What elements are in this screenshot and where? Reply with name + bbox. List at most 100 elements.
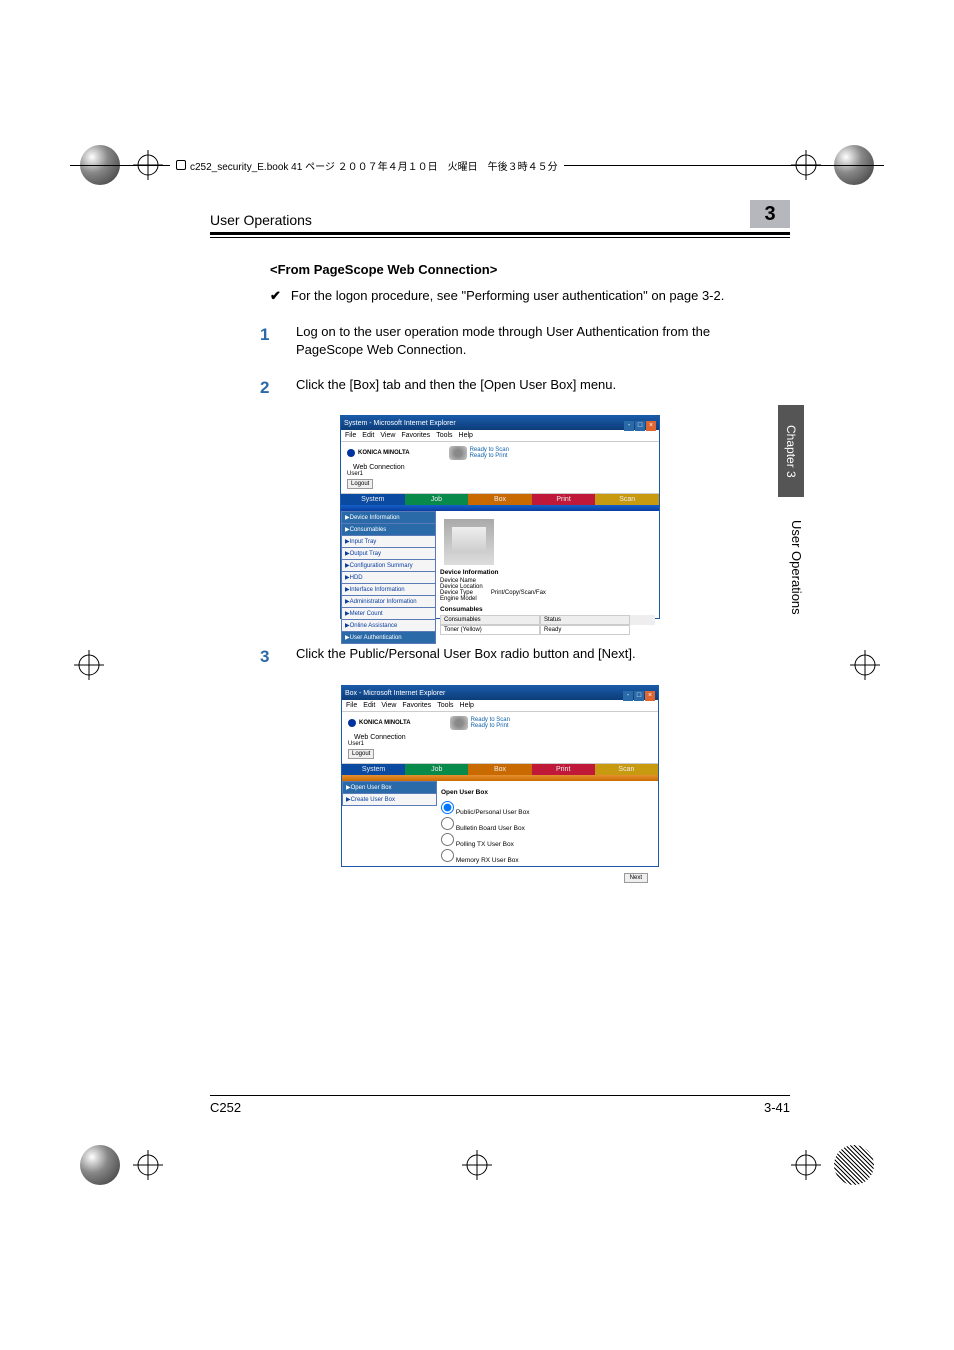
menu-consumables[interactable]: ▶Consumables (341, 524, 436, 536)
reg-sphere (80, 1145, 120, 1185)
pswc-header: KONICA MINOLTA Ready to Scan Ready to Pr… (342, 712, 658, 734)
menu-file[interactable]: File (346, 702, 357, 709)
step-text: Click the Public/Personal User Box radio… (296, 645, 636, 669)
radio-label: Public/Personal User Box (456, 809, 530, 816)
menu-config-summary[interactable]: ▶Configuration Summary (341, 560, 436, 572)
reg-crosshair (74, 650, 104, 680)
main-panel: Device Information Device Name Device Lo… (436, 511, 659, 644)
menu-tools[interactable]: Tools (437, 702, 453, 709)
menu-help[interactable]: Help (460, 702, 474, 709)
radio-label: Memory RX User Box (456, 857, 519, 864)
minimize-icon[interactable]: - (624, 421, 634, 431)
tab-job[interactable]: Job (405, 494, 469, 505)
reg-crosshair (791, 1150, 821, 1180)
tab-row: System Job Box Print Scan (342, 763, 658, 775)
menu-open-user-box[interactable]: ▶Open User Box (342, 781, 437, 794)
radio-polling-tx[interactable]: Polling TX User Box (441, 833, 654, 848)
tab-box[interactable]: Box (468, 764, 531, 775)
menu-favorites[interactable]: Favorites (402, 702, 431, 709)
logout-button[interactable]: Logout (347, 479, 373, 489)
menu-help[interactable]: Help (459, 432, 473, 439)
dev-engine-k: Engine Model (440, 596, 477, 602)
menu-interface-info[interactable]: ▶Interface Information (341, 584, 436, 596)
menu-view[interactable]: View (380, 432, 395, 439)
radio-bulletin[interactable]: Bulletin Board User Box (441, 817, 654, 832)
window-titlebar: Box - Microsoft Internet Explorer -□× (342, 686, 658, 700)
printer-status-icon (449, 446, 467, 460)
menu-output-tray[interactable]: ▶Output Tray (341, 548, 436, 560)
subheading: <From PageScope Web Connection> (270, 262, 790, 277)
tab-print[interactable]: Print (532, 494, 596, 505)
open-user-box-heading: Open User Box (441, 789, 654, 796)
menu-device-info[interactable]: ▶Device Information (341, 511, 436, 524)
tab-scan[interactable]: Scan (595, 494, 659, 505)
km-logo-icon (347, 449, 355, 457)
rule-thick (210, 232, 790, 235)
page: User Operations 3 <From PageScope Web Co… (200, 200, 800, 1130)
menu-hdd[interactable]: ▶HDD (341, 572, 436, 584)
tab-job[interactable]: Job (405, 764, 468, 775)
radio-input[interactable] (441, 801, 454, 814)
menu-input-tray[interactable]: ▶Input Tray (341, 536, 436, 548)
crop-header-text: c252_security_E.book 41 ページ ２００７年４月１０日 火… (190, 158, 558, 173)
brand-text: KONICA MINOLTA (359, 720, 411, 726)
chapter-number: 3 (750, 200, 790, 228)
status-ready-print: Ready to Print (470, 453, 509, 459)
printer-status-icon (450, 716, 468, 730)
thumb-tab-section: User Operations (789, 520, 804, 640)
km-logo-icon (348, 719, 356, 727)
step-text: Click the [Box] tab and then the [Open U… (296, 376, 616, 400)
footer-left: C252 (210, 1100, 241, 1115)
tab-scan[interactable]: Scan (595, 764, 658, 775)
reg-crosshair (850, 650, 880, 680)
tab-row: System Job Box Print Scan (341, 493, 659, 505)
close-icon[interactable]: × (645, 691, 655, 701)
radio-input[interactable] (441, 817, 454, 830)
window-buttons: -□× (623, 414, 656, 432)
crop-header: c252_security_E.book 41 ページ ２００７年４月１０日 火… (170, 158, 564, 172)
minimize-icon[interactable]: - (623, 691, 633, 701)
rule-thin (210, 237, 790, 238)
radio-label: Bulletin Board User Box (456, 825, 525, 832)
menu-favorites[interactable]: Favorites (401, 432, 430, 439)
pswc-header: KONICA MINOLTA Ready to Scan Ready to Pr… (341, 442, 659, 464)
reg-crosshair (133, 1150, 163, 1180)
tab-system[interactable]: System (341, 494, 405, 505)
next-button[interactable]: Next (624, 873, 648, 883)
radio-input[interactable] (441, 833, 454, 846)
consum-col2: Status (540, 615, 630, 625)
consumables-heading: Consumables (440, 606, 655, 613)
menu-tools[interactable]: Tools (436, 432, 452, 439)
window-title: System - Microsoft Internet Explorer (344, 420, 456, 427)
menu-user-auth[interactable]: ▶User Authentication (341, 632, 436, 644)
maximize-icon[interactable]: □ (634, 691, 644, 701)
printer-image (444, 519, 494, 565)
tab-print[interactable]: Print (532, 764, 595, 775)
pswc-label: Web Connection (353, 464, 659, 471)
radio-input[interactable] (441, 849, 454, 862)
menu-admin-info[interactable]: ▶Administrator Information (341, 596, 436, 608)
running-head-title: User Operations (210, 212, 312, 228)
close-icon[interactable]: × (646, 421, 656, 431)
menu-edit[interactable]: Edit (363, 702, 375, 709)
ie-menubar: File Edit View Favorites Tools Help (342, 700, 658, 712)
tick-text: For the logon procedure, see "Performing… (291, 287, 724, 305)
menu-file[interactable]: File (345, 432, 356, 439)
menu-edit[interactable]: Edit (362, 432, 374, 439)
menu-online-assist[interactable]: ▶Online Assistance (341, 620, 436, 632)
consum-item: Toner (Yellow) (440, 625, 540, 635)
logout-button[interactable]: Logout (348, 749, 374, 759)
footer-right: 3-41 (764, 1100, 790, 1115)
page-footer: C252 3-41 (210, 1095, 790, 1115)
window-title: Box - Microsoft Internet Explorer (345, 690, 445, 697)
maximize-icon[interactable]: □ (635, 421, 645, 431)
menu-view[interactable]: View (381, 702, 396, 709)
radio-memory-rx[interactable]: Memory RX User Box (441, 849, 654, 864)
radio-public-personal[interactable]: Public/Personal User Box (441, 801, 654, 816)
dev-type-v: Print/Copy/Scan/Fax (491, 590, 546, 596)
menu-create-user-box[interactable]: ▶Create User Box (342, 794, 437, 806)
tab-box[interactable]: Box (468, 494, 532, 505)
reg-sphere-hatched (834, 1145, 874, 1185)
tab-system[interactable]: System (342, 764, 405, 775)
menu-meter-count[interactable]: ▶Meter Count (341, 608, 436, 620)
